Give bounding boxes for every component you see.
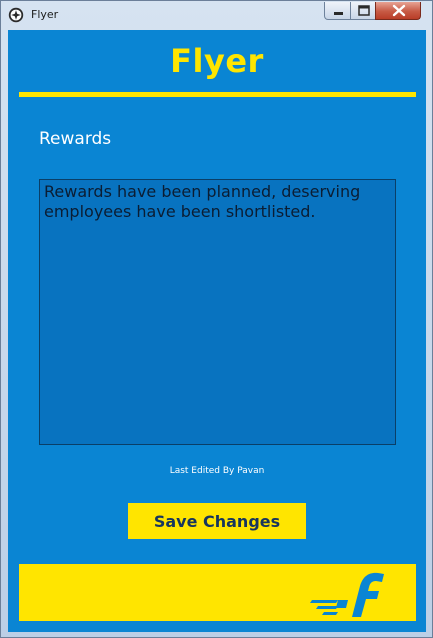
title-bar[interactable]: Flyer (1, 1, 432, 27)
app-logo-icon (8, 7, 24, 23)
notes-textarea[interactable]: Rewards have been planned, deserving emp… (39, 179, 396, 445)
brand-title: Flyer (170, 42, 264, 80)
field-label: Rewards (39, 129, 112, 149)
minimize-icon (334, 12, 343, 15)
last-edited-label: Last Edited By Pavan (169, 466, 265, 476)
save-changes-button[interactable]: Save Changes (128, 503, 306, 539)
flipkart-f-logo-icon (310, 572, 384, 617)
app-window: Flyer Flyer Rewards Rewards have been pl… (0, 0, 433, 638)
close-icon (392, 4, 406, 17)
maximize-button[interactable] (350, 2, 376, 20)
window-title: Flyer (31, 8, 59, 21)
header-divider (19, 92, 416, 97)
content-panel: Flyer Rewards Rewards have been planned,… (8, 30, 426, 632)
maximize-icon (358, 5, 370, 16)
footer-banner (19, 564, 416, 621)
close-button[interactable] (375, 2, 421, 20)
minimize-button[interactable] (324, 2, 351, 20)
